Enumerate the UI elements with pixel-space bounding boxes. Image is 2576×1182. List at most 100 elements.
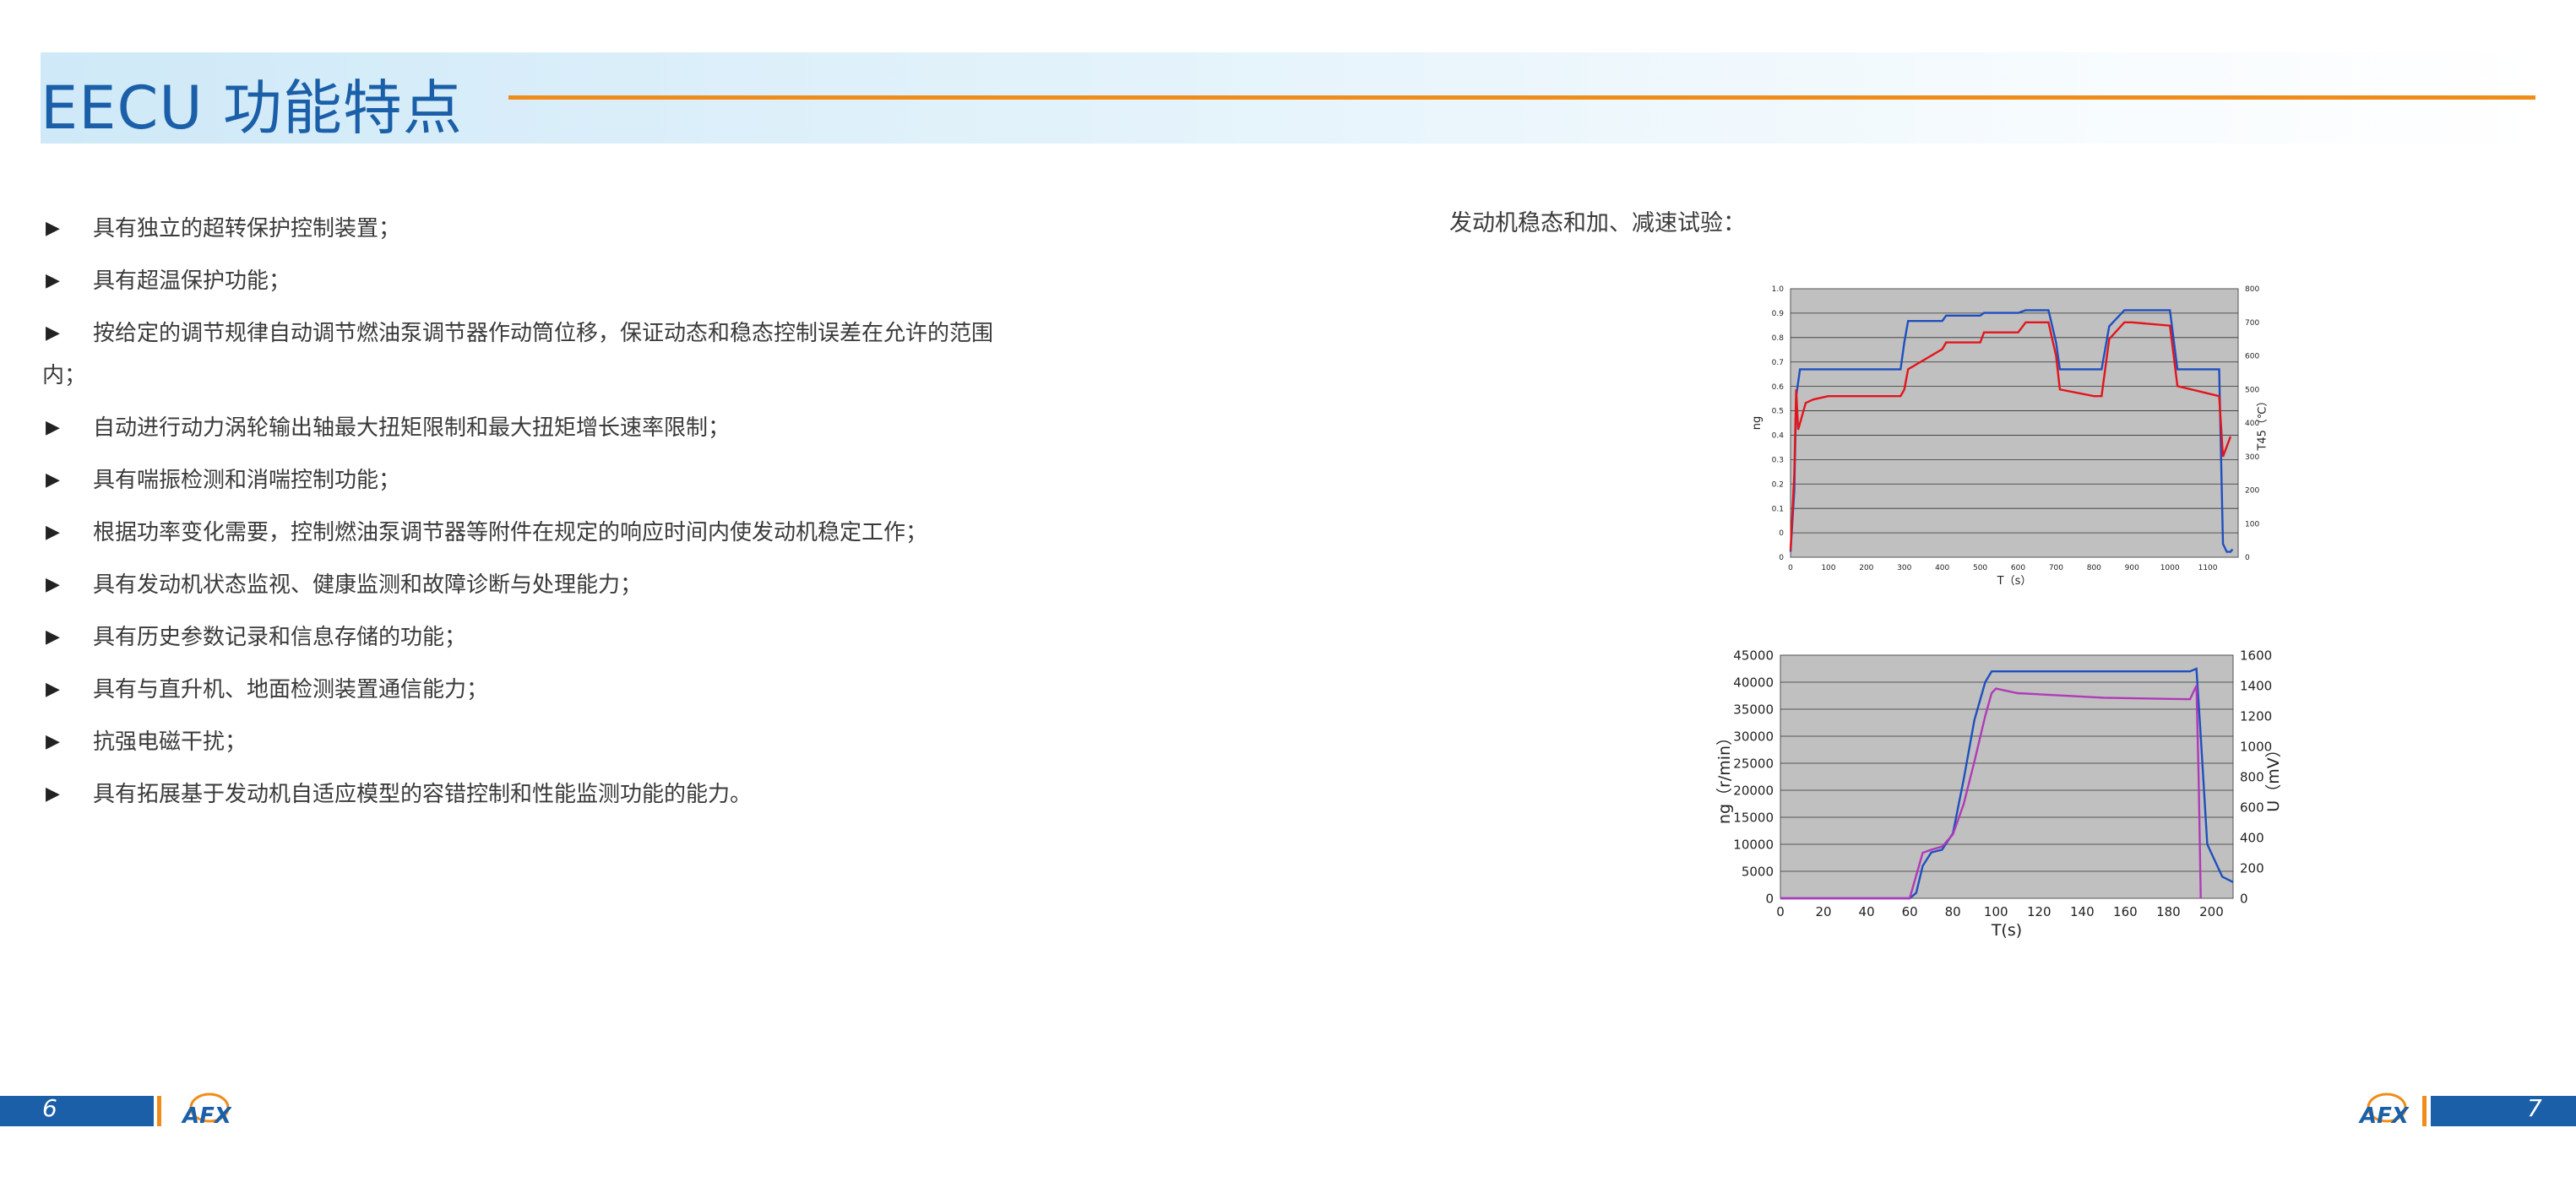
x-tick-label: 200 <box>2199 904 2224 919</box>
y-axis-label: ng <box>1751 416 1764 431</box>
bullet-arrow-icon: ▶ <box>46 783 60 805</box>
y-tick-label: 5000 <box>1742 864 1774 879</box>
y2-tick-label: 300 <box>2245 453 2259 462</box>
feature-item: ▶ 具有超温保护功能； <box>42 260 1014 302</box>
y2-tick-label: 1400 <box>2240 678 2272 693</box>
bullet-arrow-icon: ▶ <box>46 323 60 344</box>
page-number-right: 7 <box>2527 1094 2542 1122</box>
x-tick-label: 60 <box>1902 904 1918 919</box>
x-tick-label: 120 <box>2027 904 2052 919</box>
x-tick-label: 0 <box>1788 564 1793 572</box>
feature-item: ▶ 具有拓展基于发动机自适应模型的容错控制和性能监测功能的能力。 <box>42 773 1014 816</box>
y-tick-label: 30000 <box>1733 729 1774 744</box>
y-tick-label: 0.8 <box>1772 334 1785 343</box>
bullet-arrow-icon: ▶ <box>46 731 60 752</box>
company-logo-icon: AFX <box>2355 1089 2410 1131</box>
x-tick-label: 700 <box>2049 564 2063 572</box>
x-tick-label: 600 <box>2011 564 2025 572</box>
y-tick-label: 0.4 <box>1772 432 1785 441</box>
footer-right-bar <box>2431 1096 2576 1126</box>
y2-tick-label: 600 <box>2245 353 2259 361</box>
y2-tick-label: 600 <box>2240 800 2264 815</box>
page-number-left: 6 <box>42 1094 57 1122</box>
y-tick-label: 35000 <box>1733 702 1774 717</box>
x-tick-label: 140 <box>2070 904 2095 919</box>
feature-item: ▶ 具有喘振检测和消喘控制功能； <box>42 459 1014 502</box>
logo-text: AFX <box>181 1103 231 1129</box>
feature-item: ▶ 自动进行动力涡轮输出轴最大扭矩限制和最大扭矩增长速率限制； <box>42 407 1014 449</box>
y-tick-label: 0.1 <box>1772 505 1784 513</box>
x-tick-label: 40 <box>1859 904 1875 919</box>
x-tick-label: 800 <box>2087 564 2101 572</box>
y2-tick-label: 100 <box>2245 520 2259 529</box>
x-tick-label: 160 <box>2113 904 2138 919</box>
title-rule <box>508 95 2535 100</box>
x-tick-label: 1000 <box>2160 564 2180 572</box>
page-title: EECU 功能特点 <box>41 73 463 143</box>
feature-item: ▶ 具有独立的超转保护控制装置； <box>42 208 1014 250</box>
y-tick-label: 40000 <box>1733 675 1774 690</box>
y-tick-label: 0.7 <box>1772 359 1784 367</box>
y2-tick-label: 800 <box>2245 285 2259 294</box>
feature-item: ▶ 根据功率变化需要，控制燃油泵调节器等附件在规定的响应时间内使发动机稳定工作； <box>42 512 1014 554</box>
x-tick-label: 300 <box>1897 564 1911 572</box>
bullet-arrow-icon: ▶ <box>46 270 60 291</box>
feature-item: ▶ 具有与直升机、地面检测装置通信能力； <box>42 669 1014 711</box>
x-tick-label: 900 <box>2125 564 2139 572</box>
feature-item: ▶ 具有历史参数记录和信息存储的功能； <box>42 616 1014 659</box>
y-tick-label: 0.5 <box>1772 408 1784 416</box>
bullet-arrow-icon: ▶ <box>46 574 60 595</box>
footer-accent <box>2422 1096 2427 1126</box>
x-tick-label: 100 <box>1984 904 2008 919</box>
feature-item: ▶ 按给定的调节规律自动调节燃油泵调节器作动筒位移，保证动态和稳态控制误差在允许的… <box>42 312 1014 397</box>
x-tick-label: 180 <box>2156 904 2181 919</box>
y-tick-label: 0 <box>1779 554 1784 562</box>
y-tick-label: 15000 <box>1733 810 1774 825</box>
bullet-arrow-icon: ▶ <box>46 522 60 543</box>
steady-state-chart: 000.10.20.30.40.50.60.70.80.91.001002003… <box>1751 285 2269 588</box>
chart-caption: 发动机稳态和加、减速试验： <box>1449 210 1746 236</box>
y-tick-label: 1.0 <box>1772 285 1785 294</box>
bullet-arrow-icon: ▶ <box>46 679 60 700</box>
x-tick-label: 100 <box>1821 564 1835 572</box>
y2-axis-label: T45（℃） <box>2256 395 2269 451</box>
y-tick-label: 0.6 <box>1772 383 1785 392</box>
x-tick-label: 200 <box>1859 564 1873 572</box>
y2-axis-label: U（mV） <box>2264 741 2283 811</box>
bullet-arrow-icon: ▶ <box>46 626 60 648</box>
y-tick-label: 0.2 <box>1772 480 1784 489</box>
footer-left-bar <box>0 1096 154 1126</box>
logo-text: AFX <box>2358 1103 2409 1129</box>
y2-tick-label: 0 <box>2240 891 2248 906</box>
y-tick-label: 0 <box>1779 529 1784 538</box>
feature-item: ▶ 抗强电磁干扰； <box>42 721 1014 763</box>
y2-tick-label: 500 <box>2245 386 2259 394</box>
y2-tick-label: 1600 <box>2240 648 2272 663</box>
y2-tick-label: 700 <box>2245 319 2259 328</box>
y2-tick-label: 200 <box>2245 487 2259 496</box>
company-logo-icon: AFX <box>177 1089 233 1131</box>
feature-item: ▶ 具有发动机状态监视、健康监测和故障诊断与处理能力； <box>42 564 1014 606</box>
x-tick-label: 80 <box>1945 904 1961 919</box>
y2-tick-label: 0 <box>2245 554 2250 562</box>
y-tick-label: 10000 <box>1733 837 1774 852</box>
y2-tick-label: 200 <box>2240 860 2264 876</box>
y2-tick-label: 1200 <box>2240 708 2272 724</box>
bullet-arrow-icon: ▶ <box>46 417 60 438</box>
y-tick-label: 45000 <box>1733 648 1774 663</box>
x-tick-label: 1100 <box>2198 564 2218 572</box>
accel-decel-chart: 0 5000 10000 15000 20000 25000 30000 35000 40000… <box>1715 648 2283 940</box>
bullet-arrow-icon: ▶ <box>46 218 60 239</box>
x-tick-label: 0 <box>1776 904 1785 919</box>
x-tick-label: 400 <box>1935 564 1949 572</box>
x-tick-label: 20 <box>1816 904 1832 919</box>
y-tick-label: 0.3 <box>1772 457 1784 465</box>
y-axis-label: ng（r/min） <box>1715 729 1734 824</box>
y-tick-label: 0.9 <box>1772 310 1785 318</box>
footer-accent <box>157 1096 161 1126</box>
y-tick-label: 20000 <box>1733 783 1774 798</box>
x-axis-label: T(s) <box>1991 921 2022 940</box>
y-tick-label: 25000 <box>1733 756 1774 771</box>
y2-tick-label: 400 <box>2240 830 2264 845</box>
x-axis-label: T（s） <box>1997 575 2032 588</box>
